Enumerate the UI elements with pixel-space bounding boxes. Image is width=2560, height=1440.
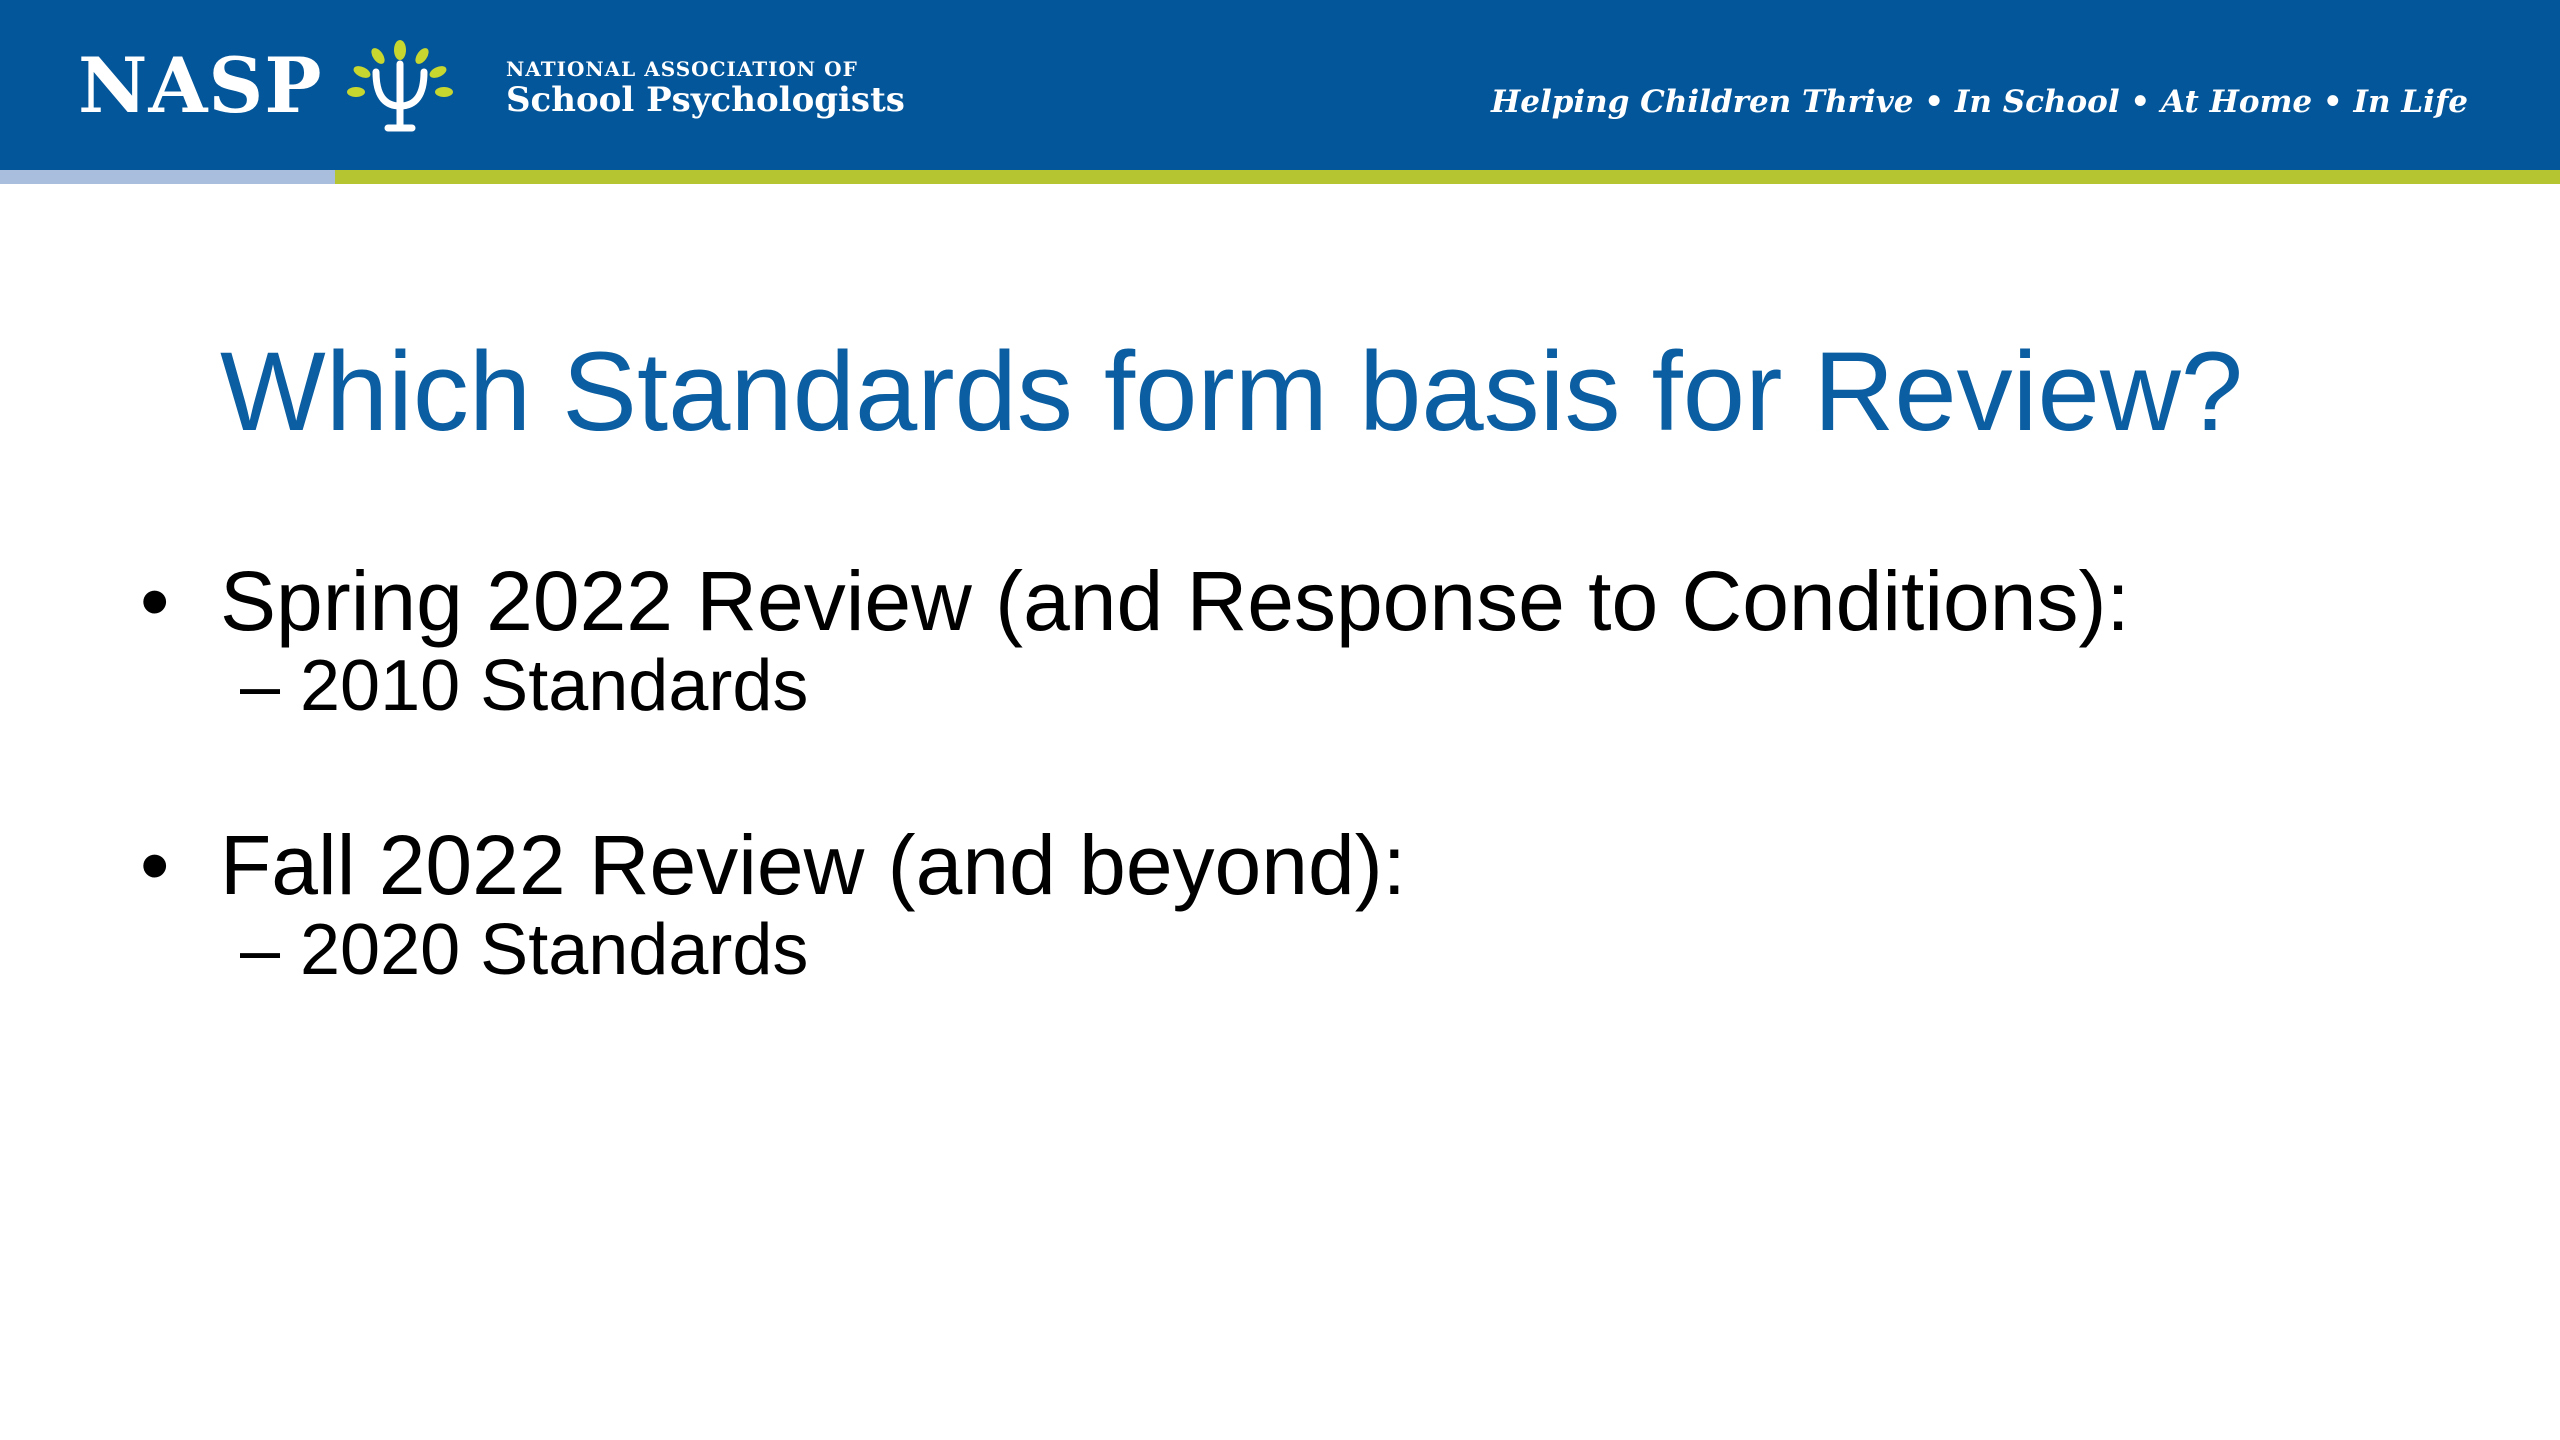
tagline: Helping Children Thrive • In School • At… [1490,84,2468,120]
org-name-line1: NATIONAL ASSOCIATION OF [506,57,858,81]
sub-bullet-marker: – [240,909,281,990]
header-accent-rule [0,170,2560,184]
sub-bullet-item: – 2010 Standards [240,647,2130,726]
bullet-item: • Fall 2022 Review (and beyond): [140,817,2130,912]
header-accent-rule-left [0,170,335,184]
logo-wordmark: NASP [78,41,323,130]
bullet-marker: • [140,817,170,912]
nasp-logo: NASP [78,36,470,136]
slide-content: • Spring 2022 Review (and Response to Co… [140,555,2130,990]
bullet-marker: • [140,554,170,648]
slide: NASP NATIONAL ASSOCIATION OF School Psyc… [0,0,2560,1440]
sub-bullet-text: 2020 Standards [300,909,809,990]
sub-bullet-marker: – [240,646,281,727]
sub-bullet-item: – 2020 Standards [240,909,2130,990]
bullet-text: Fall 2022 Review (and beyond): [220,817,1407,912]
slide-title: Which Standards form basis for Review? [220,329,2243,454]
sub-bullet-text: 2010 Standards [300,646,809,727]
header-band: NASP NATIONAL ASSOCIATION OF School Psyc… [0,0,2560,170]
bullet-text: Spring 2022 Review (and Response to Cond… [220,554,2130,648]
psi-logo-icon [347,40,454,132]
organization-name: NATIONAL ASSOCIATION OF School Psycholog… [506,58,905,121]
org-name-line2: School Psychologists [506,80,905,120]
bullet-item: • Spring 2022 Review (and Response to Co… [140,554,2130,648]
